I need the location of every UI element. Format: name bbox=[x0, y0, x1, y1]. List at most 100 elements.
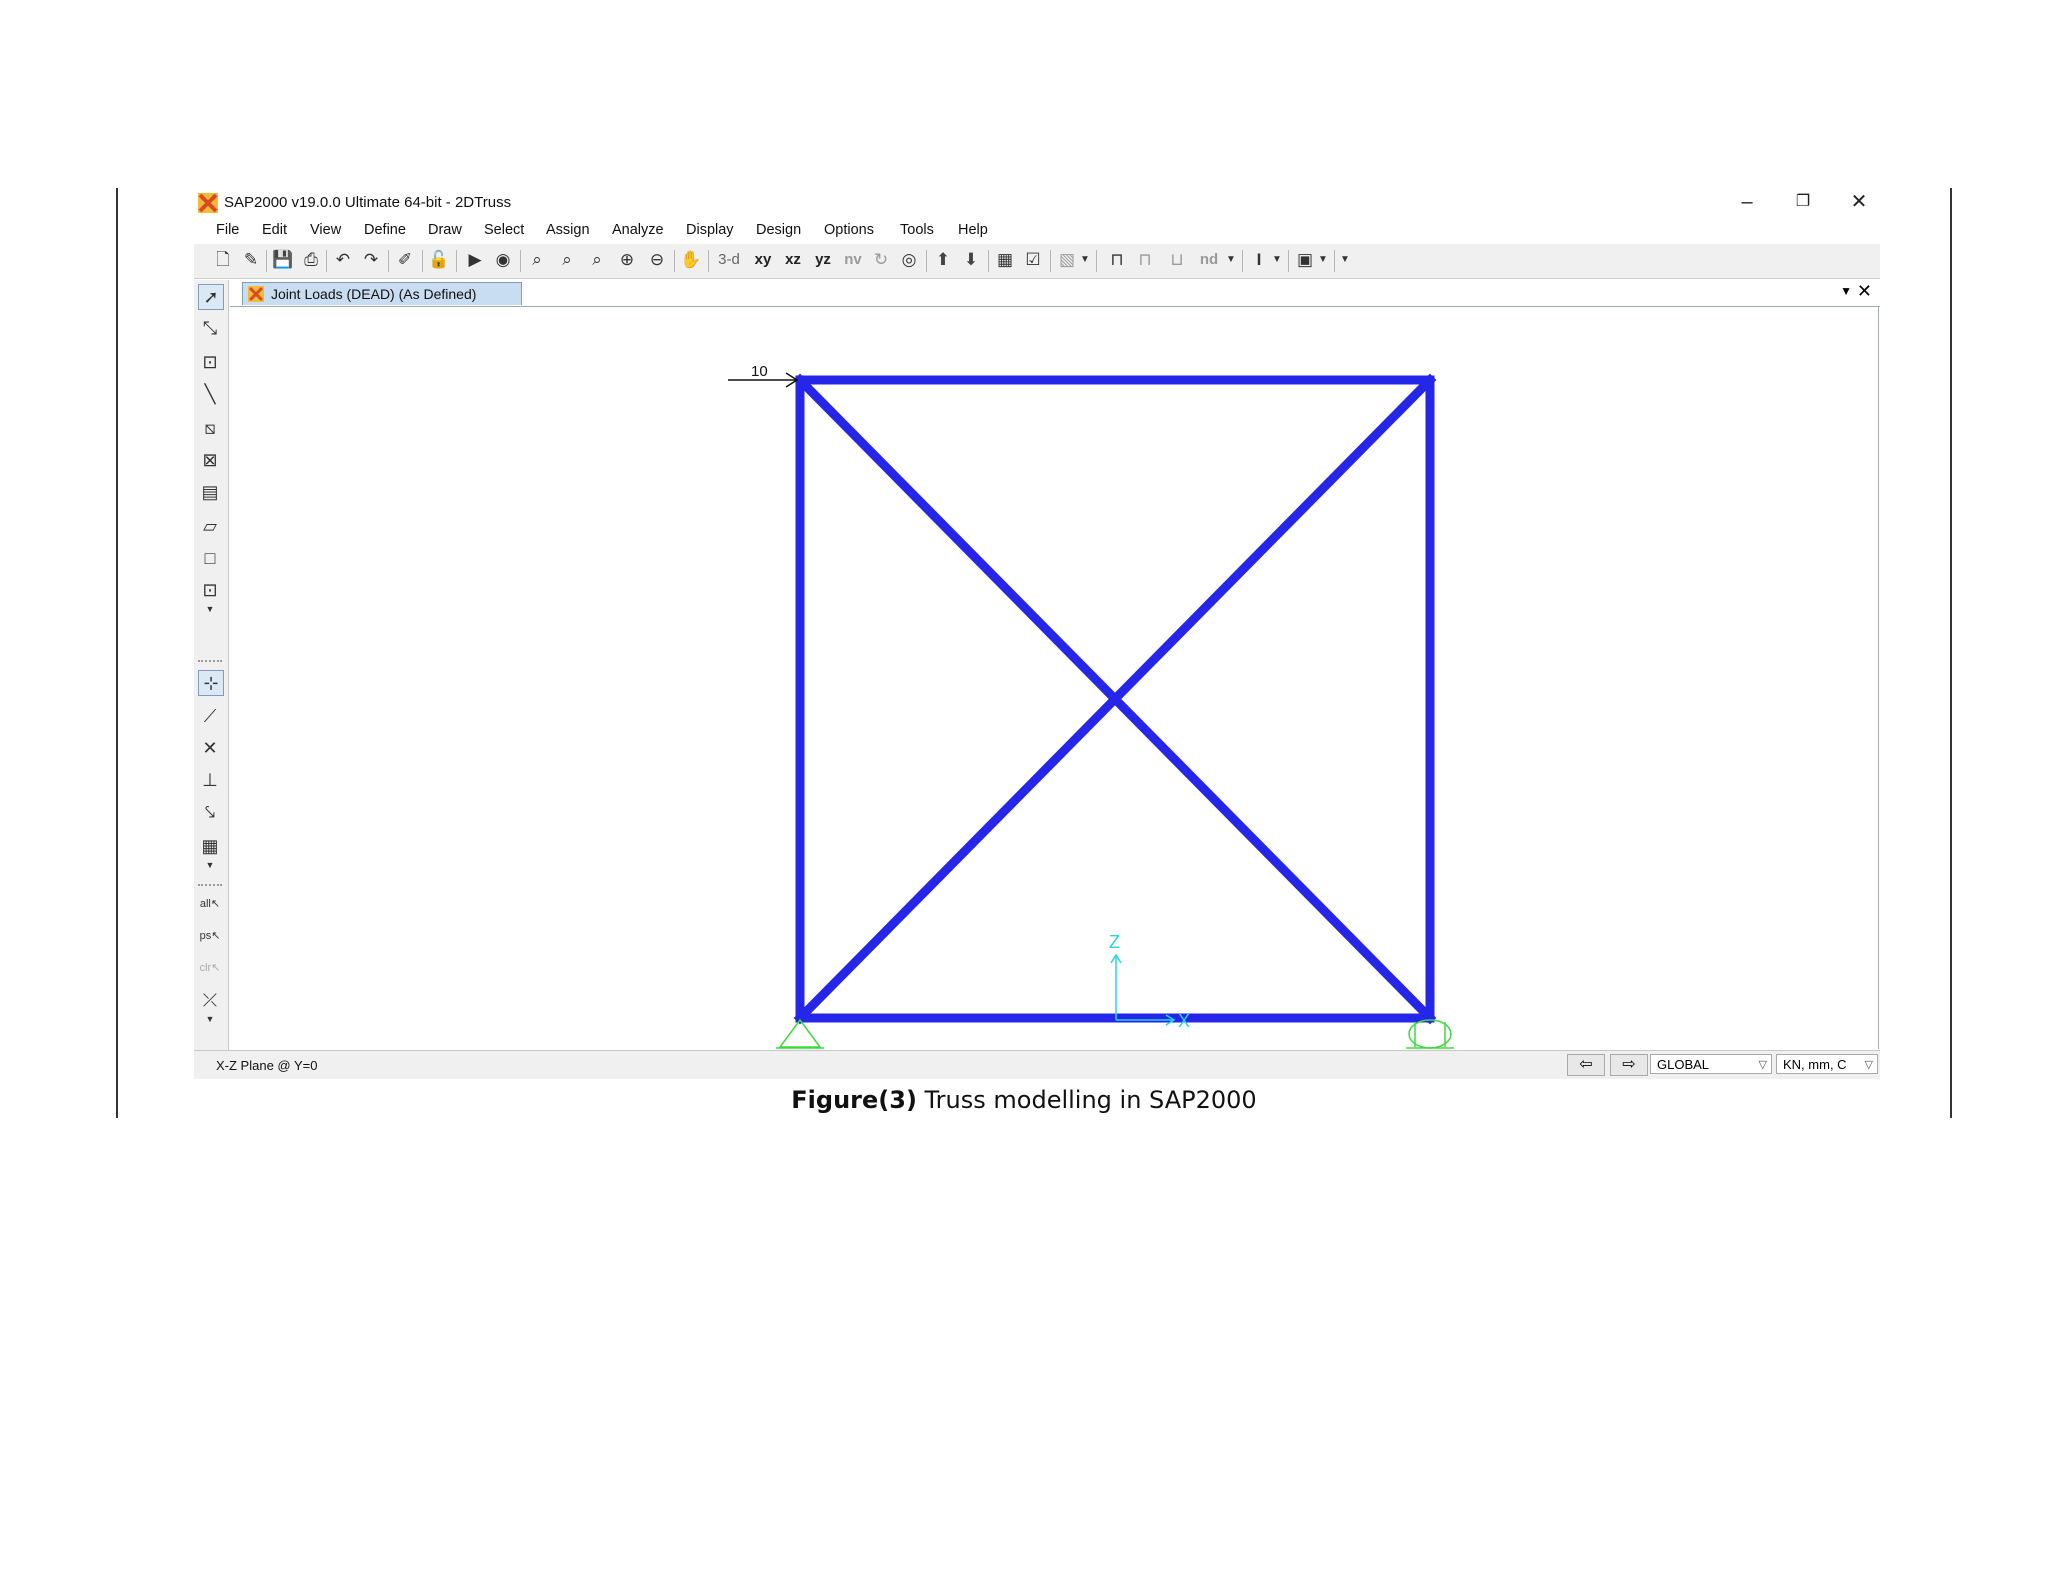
quick-draw-frame-icon[interactable]: ⧅ bbox=[198, 416, 222, 440]
pointer-select-icon[interactable]: ➚ bbox=[198, 284, 224, 310]
pan-hand-icon[interactable]: ✋ bbox=[680, 249, 702, 271]
chevron-down-icon[interactable]: ▼ bbox=[1078, 249, 1092, 271]
close-button[interactable]: ✕ bbox=[1834, 188, 1884, 216]
intersecting-line-icon[interactable]: ⤫ bbox=[198, 988, 222, 1012]
chevron-down-icon[interactable]: ▼ bbox=[1338, 249, 1352, 271]
zoom-default-icon[interactable]: ⌕ bbox=[586, 249, 608, 271]
snap-points-icon[interactable]: ⊹ bbox=[198, 670, 224, 696]
snap-intersections-icon[interactable]: ✕ bbox=[198, 736, 222, 760]
zoom-window-icon[interactable]: ⌕ bbox=[526, 249, 548, 271]
model-canvas[interactable]: 10 Z X bbox=[230, 307, 1879, 1049]
units-select[interactable]: KN, mm, C ▽ bbox=[1776, 1054, 1878, 1074]
snap-grid-icon[interactable]: ▦ bbox=[198, 834, 222, 858]
open-model-icon[interactable]: ✎ bbox=[240, 249, 262, 271]
zoom-restore-icon[interactable]: ⌕ bbox=[556, 249, 578, 271]
quick-draw-secondary-icon[interactable]: ▤ bbox=[198, 480, 222, 504]
zoom-in-icon[interactable]: ⊕ bbox=[616, 249, 638, 271]
draw-frame-icon[interactable]: ╲ bbox=[198, 382, 222, 406]
select-all-icon[interactable]: all↖ bbox=[198, 892, 222, 916]
reshape-icon[interactable]: ⤡ bbox=[198, 316, 222, 340]
view-tab-joint-loads[interactable]: Joint Loads (DEAD) (As Defined) bbox=[242, 282, 522, 305]
show-frame-icon[interactable]: ⊓ bbox=[1106, 249, 1128, 271]
section-designer-icon[interactable]: I bbox=[1248, 249, 1270, 271]
axis-x-label: X bbox=[1178, 1011, 1190, 1031]
chevron-down-icon[interactable]: ▼ bbox=[198, 602, 222, 616]
show-deformed-icon[interactable]: ⊓ bbox=[1134, 249, 1156, 271]
run-now-icon[interactable]: ◉ bbox=[492, 249, 514, 271]
menu-edit[interactable]: Edit bbox=[262, 222, 287, 238]
draw-poly-area-icon[interactable]: ▱ bbox=[198, 514, 222, 538]
menu-help[interactable]: Help bbox=[958, 222, 988, 238]
toolbar-separator bbox=[198, 660, 222, 662]
toolbar-separator bbox=[988, 250, 989, 272]
redo-icon[interactable]: ↷ bbox=[360, 249, 382, 271]
previous-selection-icon[interactable]: ps↖ bbox=[198, 924, 222, 948]
restore-button[interactable]: ❐ bbox=[1778, 188, 1828, 216]
sap2000-logo-icon bbox=[248, 286, 264, 302]
zoom-out-icon[interactable]: ⊖ bbox=[646, 249, 668, 271]
menu-define[interactable]: Define bbox=[364, 222, 406, 238]
move-down-icon[interactable]: ⬇ bbox=[960, 249, 982, 271]
menu-display[interactable]: Display bbox=[686, 222, 734, 238]
menu-analyze[interactable]: Analyze bbox=[612, 222, 664, 238]
draw-joint-icon[interactable]: ⊡ bbox=[198, 350, 222, 374]
chevron-down-icon[interactable]: ▼ bbox=[1270, 249, 1284, 271]
chevron-down-icon[interactable]: ▼ bbox=[1316, 249, 1330, 271]
move-up-icon[interactable]: ⬆ bbox=[932, 249, 954, 271]
next-plane-button[interactable]: ⇨ bbox=[1610, 1054, 1648, 1076]
page-left-rule bbox=[116, 188, 118, 1118]
figure-number: Figure(3) bbox=[791, 1086, 917, 1114]
coordinate-system-select[interactable]: GLOBAL ▽ bbox=[1650, 1054, 1772, 1074]
quick-draw-braces-icon[interactable]: ⊠ bbox=[198, 448, 222, 472]
snap-lines-icon[interactable]: ⤥ bbox=[198, 800, 222, 824]
display-options-icon[interactable]: ▦ bbox=[994, 249, 1016, 271]
view-yz-button[interactable]: yz bbox=[810, 249, 836, 271]
perspective-icon[interactable]: ◎ bbox=[896, 249, 922, 271]
check-model-icon[interactable]: ☑ bbox=[1022, 249, 1044, 271]
rotate-view-icon[interactable]: ↻ bbox=[870, 249, 892, 271]
menu-view[interactable]: View bbox=[310, 222, 341, 238]
view-nd-button[interactable]: nd bbox=[1196, 249, 1222, 271]
joint-load-arrow: 10 bbox=[728, 363, 799, 388]
lock-icon[interactable]: 🔓 bbox=[428, 249, 450, 271]
refresh-pencil-icon[interactable]: ✐ bbox=[394, 249, 416, 271]
close-icon[interactable]: ✕ bbox=[1857, 281, 1872, 302]
chevron-down-icon[interactable]: ▼ bbox=[1840, 284, 1852, 298]
show-forces-icon[interactable]: ▧ bbox=[1056, 249, 1078, 271]
view-3d-button[interactable]: 3-d bbox=[714, 249, 744, 271]
previous-plane-button[interactable]: ⇦ bbox=[1567, 1054, 1605, 1076]
toolbar-separator bbox=[674, 250, 675, 272]
chevron-down-icon[interactable]: ▼ bbox=[1224, 249, 1238, 271]
minimize-button[interactable]: – bbox=[1722, 188, 1772, 216]
menu-design[interactable]: Design bbox=[756, 222, 801, 238]
print-icon[interactable]: ⎙ bbox=[300, 249, 322, 271]
menu-assign[interactable]: Assign bbox=[546, 222, 590, 238]
toolbar-separator bbox=[456, 250, 457, 272]
menu-draw[interactable]: Draw bbox=[428, 222, 462, 238]
chevron-down-icon[interactable]: ▼ bbox=[198, 858, 222, 872]
new-model-icon[interactable]: 🗋 bbox=[212, 249, 234, 271]
menu-options[interactable]: Options bbox=[824, 222, 874, 238]
snap-perpendicular-icon[interactable]: ⊥ bbox=[198, 768, 222, 792]
clear-selection-icon[interactable]: clr↖ bbox=[198, 956, 222, 980]
quick-draw-area-icon[interactable]: ⊡ bbox=[198, 578, 222, 602]
menu-select[interactable]: Select bbox=[484, 222, 524, 238]
show-moment-icon[interactable]: ⊔ bbox=[1162, 249, 1192, 271]
truss-members bbox=[793, 373, 1437, 1025]
view-nv-button[interactable]: nv bbox=[840, 249, 866, 271]
snap-ends-icon[interactable]: ⟋ bbox=[198, 704, 222, 728]
run-analysis-icon[interactable]: ▶ bbox=[464, 249, 486, 271]
draw-rect-area-icon[interactable]: □ bbox=[198, 546, 222, 570]
view-xy-button[interactable]: xy bbox=[750, 249, 776, 271]
undo-icon[interactable]: ↶ bbox=[332, 249, 354, 271]
menu-file[interactable]: File bbox=[216, 222, 239, 238]
main-toolbar: 🗋 ✎ 💾 ⎙ ↶ ↷ ✐ 🔓 ▶ ◉ ⌕ ⌕ ⌕ ⊕ ⊖ ✋ 3-d xy x… bbox=[194, 244, 1880, 279]
view-xz-button[interactable]: xz bbox=[780, 249, 806, 271]
joint-load-value: 10 bbox=[751, 363, 768, 380]
left-draw-toolbar: ➚ ⤡ ⊡ ╲ ⧅ ⊠ ▤ ▱ □ ⊡ ▼ ⊹ ⟋ ✕ ⊥ ⤥ ▦ ▼ all↖… bbox=[194, 280, 229, 1050]
chevron-down-icon[interactable]: ▼ bbox=[198, 1012, 222, 1026]
toolbar-separator bbox=[926, 250, 927, 272]
save-icon[interactable]: 💾 bbox=[272, 249, 294, 271]
area-section-icon[interactable]: ▣ bbox=[1294, 249, 1316, 271]
menu-tools[interactable]: Tools bbox=[900, 222, 934, 238]
